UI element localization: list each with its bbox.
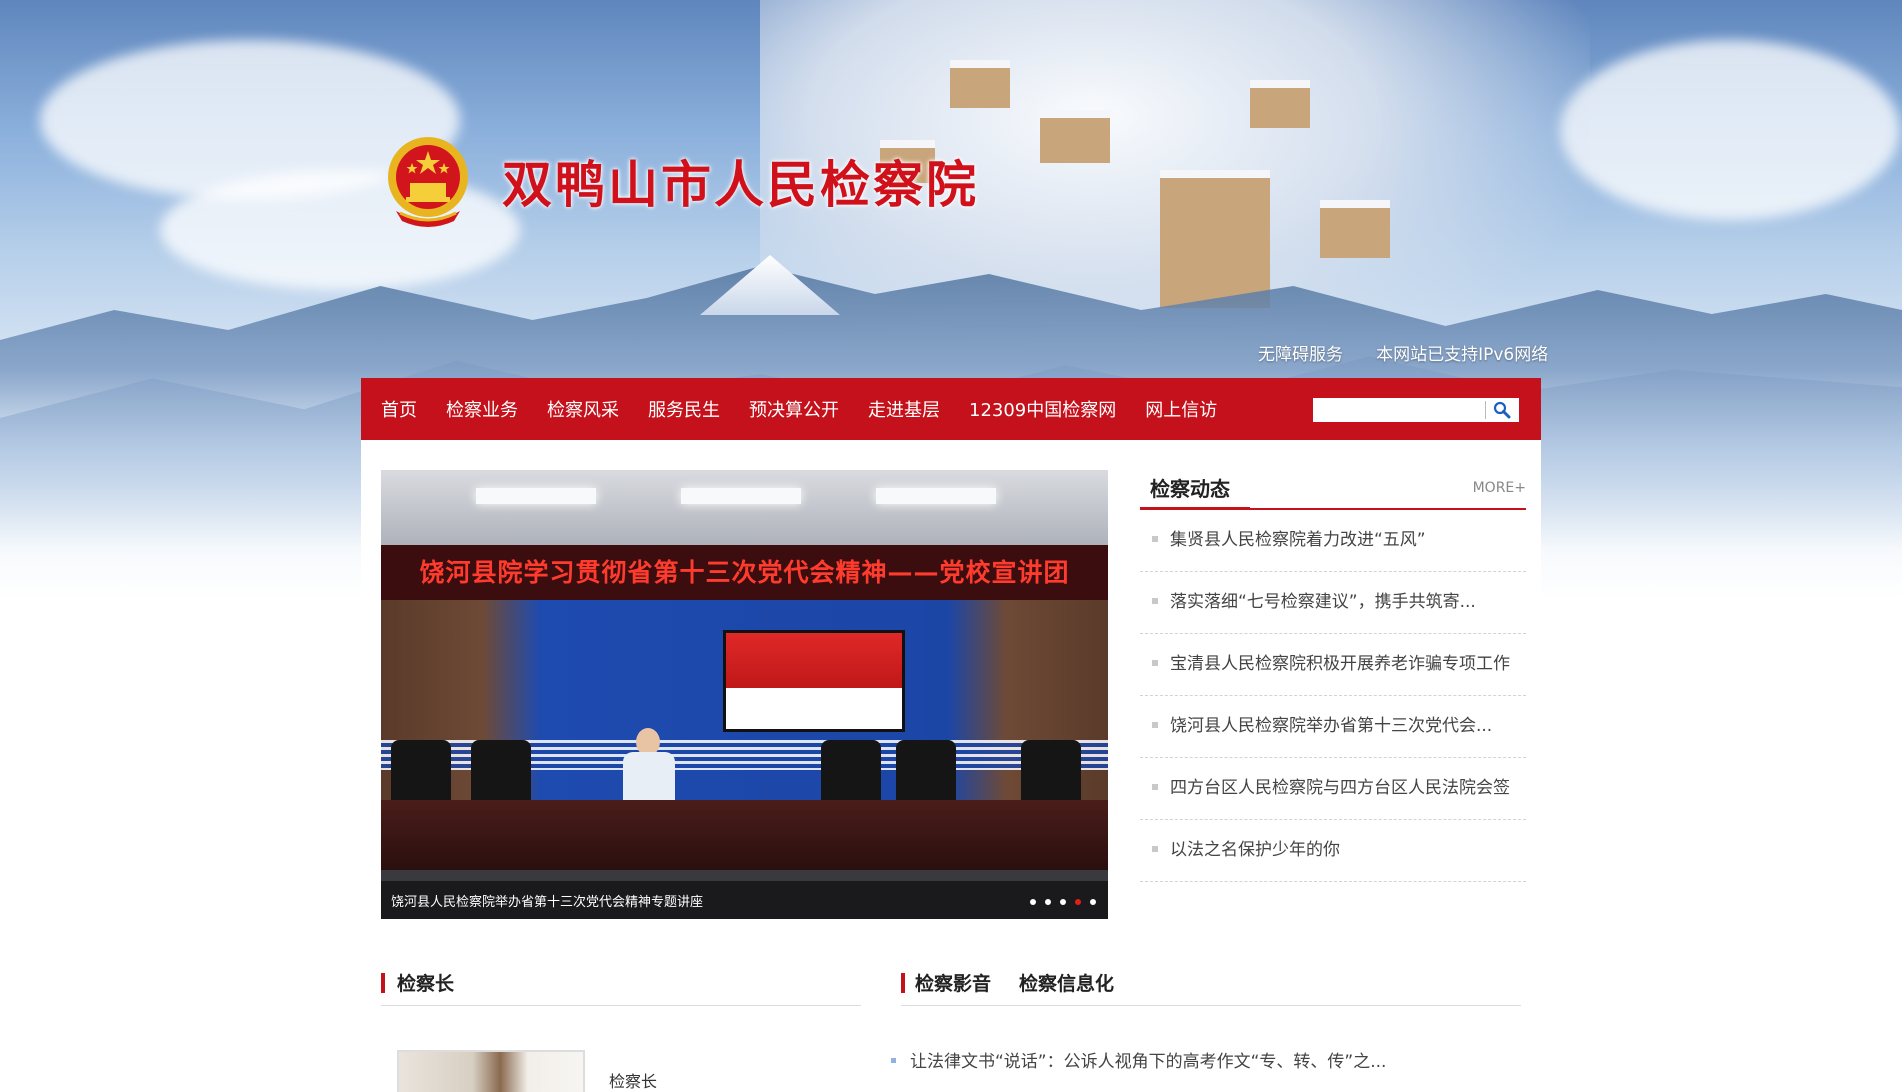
news-item[interactable]: 四方台区人民检察院与四方台区人民法院会签 — [1140, 758, 1526, 820]
slider-dot[interactable] — [1045, 899, 1051, 905]
news-header: 检察动态 MORE+ — [1140, 468, 1526, 510]
chief-photo[interactable] — [397, 1050, 585, 1092]
slider-dot[interactable] — [1030, 899, 1036, 905]
chief-section-header: 检察长 — [381, 965, 861, 1006]
news-title: 检察动态 — [1150, 477, 1230, 501]
news-item[interactable]: 饶河县人民检察院举办省第十三次党代会... — [1140, 696, 1526, 758]
ipv6-link[interactable]: 本网站已支持IPv6网络 — [1376, 345, 1548, 365]
slider-dots — [1030, 899, 1096, 905]
nav-item-online-petition[interactable]: 网上信访 — [1145, 396, 1217, 422]
news-slider[interactable]: 饶河县院学习贯彻省第十三次党代会精神——党校宣讲团 饶河县人民检察院举办省第十三… — [381, 470, 1108, 919]
nav-item-procuratorial-style[interactable]: 检察风采 — [547, 396, 619, 422]
more-link[interactable]: MORE+ — [1473, 480, 1526, 496]
nav-item-home[interactable]: 首页 — [381, 396, 417, 422]
search-box — [1313, 398, 1519, 422]
news-item[interactable]: 以法之名保护少年的你 — [1140, 820, 1526, 882]
top-links: 无障碍服务 本网站已支持IPv6网络 — [1258, 340, 1576, 365]
search-input[interactable] — [1313, 399, 1485, 421]
slider-dot[interactable] — [1090, 899, 1096, 905]
tab-media[interactable]: 检察影音 — [915, 969, 991, 996]
slider-presentation-screen — [723, 630, 905, 732]
content-panel: 饶河县院学习贯彻省第十三次党代会精神——党校宣讲团 饶河县人民检察院举办省第十三… — [361, 440, 1541, 1092]
media-section-header: 检察影音 检察信息化 — [901, 965, 1521, 1006]
slider-caption: 饶河县人民检察院举办省第十三次党代会精神专题讲座 — [391, 895, 704, 910]
accessibility-link[interactable]: 无障碍服务 — [1258, 345, 1343, 365]
news-block: 检察动态 MORE+ 集贤县人民检察院着力改进“五风” 落实落细“七号检察建议”… — [1140, 468, 1526, 882]
chief-section-title: 检察长 — [397, 973, 455, 995]
news-list: 集贤县人民检察院着力改进“五风” 落实落细“七号检察建议”，携手共筑寄... 宝… — [1140, 510, 1526, 882]
slider-dot[interactable] — [1060, 899, 1066, 905]
site-title: 双鸭山市人民检察院 — [502, 155, 979, 214]
nav-item-procuratorial-business[interactable]: 检察业务 — [446, 396, 518, 422]
search-icon — [1494, 401, 1511, 419]
news-item[interactable]: 落实落细“七号检察建议”，携手共筑寄... — [1140, 572, 1526, 634]
nav-item-12309[interactable]: 12309中国检察网 — [969, 396, 1116, 422]
national-emblem-icon — [388, 137, 468, 227]
chief-name[interactable]: 检察长 — [609, 1068, 657, 1092]
slider-dot-active[interactable] — [1075, 899, 1081, 905]
search-button[interactable] — [1486, 398, 1519, 422]
nav-item-public-service[interactable]: 服务民生 — [648, 396, 720, 422]
main-nav: 首页 检察业务 检察风采 服务民生 预决算公开 走进基层 12309中国检察网 … — [361, 378, 1541, 440]
nav-item-grassroots[interactable]: 走进基层 — [868, 396, 940, 422]
nav-item-budget-disclosure[interactable]: 预决算公开 — [749, 396, 839, 422]
slider-led-banner: 饶河县院学习贯彻省第十三次党代会精神——党校宣讲团 — [381, 545, 1108, 600]
news-item[interactable]: 宝清县人民检察院积极开展养老诈骗专项工作 — [1140, 634, 1526, 696]
news-item[interactable]: 集贤县人民检察院着力改进“五风” — [1140, 510, 1526, 572]
media-list-item[interactable]: 让法律文书“说话”：公诉人视角下的高考作文“专、转、传”之... — [891, 1047, 1386, 1072]
tab-informatization[interactable]: 检察信息化 — [1019, 969, 1114, 996]
